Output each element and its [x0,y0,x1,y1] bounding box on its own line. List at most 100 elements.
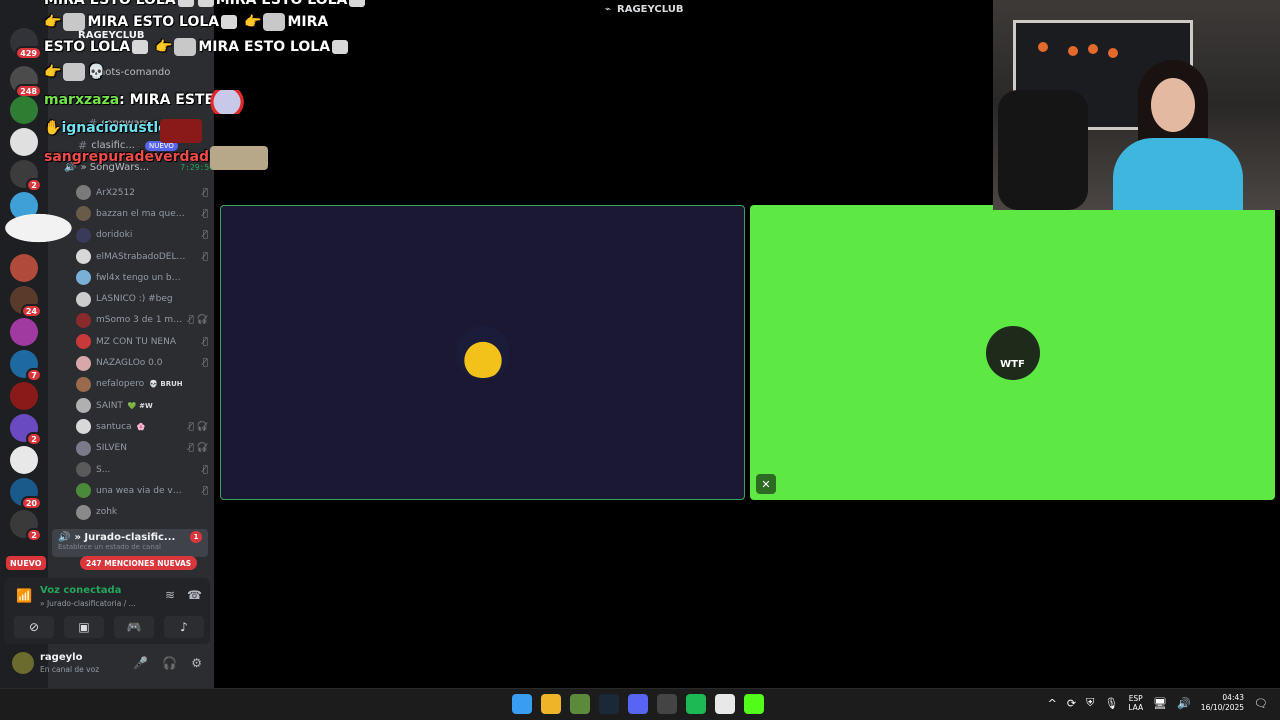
microphone-icon[interactable]: 🎤 [133,656,148,670]
voice-channel-path[interactable]: » Jurado-clasificatoria / ... [40,599,136,608]
channel-label: mots-comando [95,67,171,78]
discord-icon[interactable] [628,694,648,714]
language-indicator[interactable]: ESP LAA [1128,694,1143,712]
logo-text: WTF [1000,358,1025,370]
voice-member[interactable]: S... 🎙̸ [76,459,208,480]
network-icon[interactable]: 🖥 [1153,697,1167,710]
server-icon[interactable]: 2 [10,414,42,446]
new-mentions-pill[interactable]: 247 MENCIONES NUEVAS [80,556,198,570]
member-tag: 💚 #W [127,401,153,410]
server-badge: 429 [15,46,42,60]
camera-off-button[interactable]: ⊘ [14,616,54,638]
avatar[interactable] [12,652,34,674]
voice-member[interactable]: bazzan el ma que tose 🎙̸ [76,203,208,224]
server-icon[interactable] [10,96,38,124]
avatar [76,398,91,414]
server-badge: 2 [26,432,42,446]
disconnect-icon[interactable]: ☎ [187,588,202,602]
server-icon[interactable]: 24 [10,286,42,318]
new-servers-badge[interactable]: NUEVO [6,556,46,570]
voice-member[interactable]: doridoki 🎙̸ [76,225,208,246]
server-icon[interactable] [10,318,38,346]
avatar [76,334,91,350]
server-badge: 7 [26,368,42,382]
voice-member[interactable]: santuca 🌸 🎙̸ 🎧̸ [76,416,208,437]
muted-icon: 🎙̸ [202,485,208,496]
channel-clasificatoria[interactable]: # clasific... NUEVO [78,139,178,152]
notification-icon[interactable]: 🗨 [1254,697,1268,710]
signal-icon[interactable]: 📶 [16,589,32,604]
member-name: ArX2512 [96,187,135,198]
voice-member-list: ArX2512🎙̸bazzan el ma que tose🎙̸doridoki… [76,182,208,523]
server-name[interactable]: RAGEYCLUB [78,30,144,41]
voice-member[interactable]: ArX2512 🎙̸ [76,182,208,203]
clock[interactable]: 04:43 16/10/2025 [1201,693,1244,713]
muted-icon: 🎙̸ 🎧̸ [188,315,208,326]
server-icon[interactable] [10,446,38,474]
participant-tile[interactable] [220,205,745,500]
soundboard-button[interactable]: ♪ [164,616,204,638]
voice-member[interactable]: NAZAGLOo 0.0 🎙̸ [76,352,208,373]
window-title: ⌁ RAGEYCLUB [605,4,684,15]
server-icon[interactable]: 2 [10,160,42,192]
settings-icon[interactable] [657,694,677,714]
avatar [76,185,91,201]
avatar [76,504,91,520]
voice-channel-jurado[interactable]: 🔊 » Jurado-clasific... 1 Establece un es… [52,529,208,557]
voice-member[interactable]: SILVEN 🎙̸ 🎧̸ [76,438,208,459]
username[interactable]: rageylo [40,652,82,663]
streamer-webcam [993,0,1280,210]
microphone-icon[interactable]: 🎙 [1104,697,1118,710]
screen-share-button[interactable]: ▣ [64,616,104,638]
voice-member[interactable]: LÁSNICO :) #beg [76,288,208,309]
windows-start-icon[interactable] [512,694,532,714]
steam-icon[interactable] [599,694,619,714]
server-icon[interactable] [10,254,38,282]
server-icon[interactable] [10,128,38,156]
voice-status[interactable]: Voz conectada [40,585,121,596]
spotify-icon[interactable] [686,694,706,714]
headphones-icon[interactable]: 🎧 [162,656,177,670]
channel-mots-comando[interactable]: · mots-comando [88,66,170,79]
chevron-up-icon[interactable]: ^ [1048,697,1057,710]
windows-taskbar: ^ ⟳ ⛨ 🎙 ESP LAA 🖥 🔊 04:43 16/10/2025 🗨 [0,688,1280,720]
noise-suppression-icon[interactable]: ≋ [165,588,175,602]
minecraft-icon[interactable] [570,694,590,714]
member-name: LÁSNICO :) #beg [96,294,173,305]
server-icon[interactable]: 248 [10,66,42,98]
voice-member[interactable]: fwl4x tengo un banger xd [76,267,208,288]
voice-member[interactable]: nefalopero 💀 BRUH [76,374,208,395]
voice-member[interactable]: SAINT 💚 #W [76,395,208,416]
participant-tile[interactable]: WTF ✕ [750,205,1275,500]
decoration [1038,42,1048,52]
voice-member[interactable]: zohk [76,501,208,522]
server-icon[interactable]: 2 [10,510,42,542]
server-icon[interactable] [10,192,38,220]
voice-member[interactable]: MZ CON TU NENA 🎙̸ [76,331,208,352]
activity-button[interactable]: 🎮 [114,616,154,638]
avatar [76,227,91,243]
voice-member[interactable]: elMAStrabadoDELu... 🎙̸ [76,246,208,267]
decoration [1068,46,1078,56]
server-icon[interactable]: 20 [10,478,42,510]
voice-member[interactable]: mSomo 3 de 1 mi... 🎙̸ 🎧̸ [76,310,208,331]
muted-icon: 🎙̸ [202,187,208,198]
channel-songwars[interactable]: # songwars [88,117,149,130]
server-icon[interactable]: 7 [10,350,42,382]
chrome-icon[interactable] [715,694,735,714]
member-name: S... [96,464,111,475]
channel-status-hint[interactable]: Establece un estado de canal [58,543,202,551]
server-icon[interactable] [10,382,38,410]
sync-icon[interactable]: ⟳ [1067,697,1076,710]
voice-channel-songwars[interactable]: 🔊 » SongWars... 7:29:56 [64,162,214,173]
wtf-logo: WTF [985,325,1040,380]
voice-channel-label: » Jurado-clasific... [74,531,176,543]
volume-icon[interactable]: 🔊 [1177,697,1191,710]
voice-member[interactable]: una wea via de verd... 🎙̸ [76,480,208,501]
gear-icon[interactable]: ⚙ [191,656,202,670]
security-icon[interactable]: ⛨ [1086,696,1094,710]
discord-icon[interactable]: 429 [10,28,42,60]
member-name: bazzan el ma que tose [96,208,186,219]
kick-icon[interactable] [744,694,764,714]
file-explorer-icon[interactable] [541,694,561,714]
